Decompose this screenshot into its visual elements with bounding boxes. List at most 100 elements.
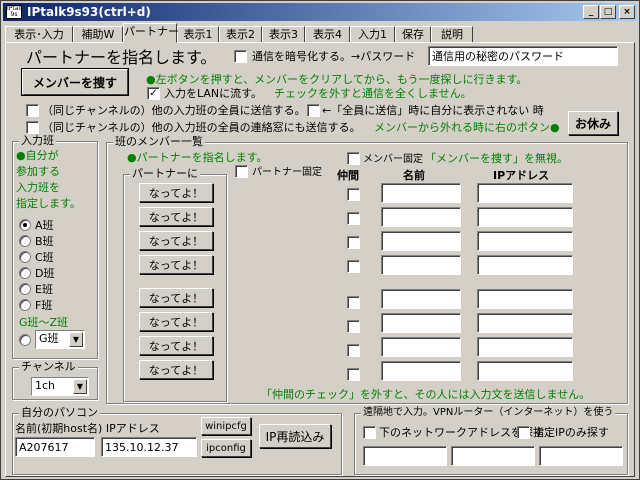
member-ip-input-2[interactable] [477,207,573,227]
channel-group-label: チャンネル [19,360,78,374]
member-name-input-2[interactable] [381,207,461,227]
input-team-hint: ●自分が 参加する 入力班を 指定します。 [16,149,81,210]
member-name-input-8[interactable] [381,361,461,381]
friend-checkbox-3[interactable] [347,236,360,249]
partner-button-2[interactable]: なってよ！ [139,207,213,226]
input-team-group-label: 入力班 [19,134,56,148]
friend-checkbox-1[interactable] [347,188,360,201]
password-input[interactable] [428,46,618,66]
tab-display-input[interactable]: 表示･入力 [5,26,73,43]
self-show-checkbox[interactable] [307,104,320,117]
tab-aux-w[interactable]: 補助W [73,26,123,43]
member-ip-input-3[interactable] [477,231,573,251]
column-ip: IPアドレス [493,169,550,182]
member-fixed-checkbox[interactable] [347,152,360,165]
member-name-input-1[interactable] [381,183,461,203]
member-ip-input-6[interactable] [477,313,573,333]
team-label-c: C班 [35,251,54,264]
lan-checkbox[interactable]: ✓ [147,87,160,100]
team-radio-b[interactable] [19,235,31,247]
encrypt-checkbox[interactable] [234,50,247,63]
tab-display4[interactable]: 表示4 [305,26,350,43]
chevron-down-icon[interactable]: ▼ [69,332,83,347]
friend-checkbox-4[interactable] [347,260,360,273]
contact-window-checkbox[interactable] [26,121,39,134]
team-gz-label: G班～Z班 [19,316,69,329]
team-radio-e[interactable] [19,283,31,295]
channel-select[interactable]: 1ch ▼ [31,377,89,396]
minimize-icon: _ [588,7,594,17]
member-ip-input-1[interactable] [477,183,573,203]
members-group-label: 班のメンバー一覧 [113,135,205,149]
partner-button-5[interactable]: なってよ！ [139,288,213,307]
friend-checkbox-8[interactable] [347,368,360,381]
window-title: IPtalk9s93(ctrl+d) [27,5,151,19]
page-title: パートナーを指名します。 [26,48,217,67]
partner-button-1[interactable]: なってよ！ [139,183,213,202]
member-name-input-7[interactable] [381,337,461,357]
app-window: IPtalk 9s IPtalk9s93(ctrl+d) _ □ × 表示･入力… [0,0,640,480]
app-icon[interactable]: IPtalk 9s [6,5,22,19]
member-name-input-3[interactable] [381,231,461,251]
network-address-checkbox[interactable] [363,426,376,439]
pc-name-input[interactable] [15,437,95,457]
tab-input1[interactable]: 入力1 [350,26,395,43]
close-button[interactable]: × [619,5,635,19]
friend-checkbox-2[interactable] [347,212,360,225]
friend-checkbox-6[interactable] [347,320,360,333]
winipcfg-button[interactable]: winipcfg [201,417,251,435]
maximize-button[interactable]: □ [600,5,616,19]
send-all-checkbox[interactable] [26,104,39,117]
remote-address-input-1[interactable] [363,446,447,466]
minimize-button[interactable]: _ [583,5,599,19]
team-radio-gz[interactable] [19,334,31,346]
partner-button-6[interactable]: なってよ！ [139,312,213,331]
member-name-input-6[interactable] [381,313,461,333]
team-radio-d[interactable] [19,267,31,279]
team-gz-value: G班 [39,332,59,345]
tab-help[interactable]: 説明 [431,26,473,43]
partner-fixed-checkbox[interactable] [235,165,248,178]
partner-button-8[interactable]: なってよ！ [139,360,213,379]
team-label-e: E班 [35,283,53,296]
remote-address-input-3[interactable] [539,446,623,466]
encrypt-label: 通信を暗号化する。→パスワード [252,50,416,63]
friend-checkbox-7[interactable] [347,344,360,357]
send-all-label: （同じチャンネルの）他の入力班の全員に送信する。 [42,104,306,117]
members-group: 班のメンバー一覧 ●パートナーを指名します。 パートナーに なってよ！ なってよ… [106,135,628,404]
column-friend: 仲間 [337,169,359,182]
friend-checkbox-5[interactable] [347,296,360,309]
member-name-input-5[interactable] [381,289,461,309]
my-pc-desc: 名前(初期host名) IPアドレス [15,422,160,435]
partner-button-7[interactable]: なってよ！ [139,336,213,355]
remote-address-input-2[interactable] [451,446,535,466]
member-ip-input-7[interactable] [477,337,573,357]
channel-group: チャンネル 1ch ▼ [12,360,98,400]
tab-display1[interactable]: 表示1 [177,26,219,43]
member-ip-input-5[interactable] [477,289,573,309]
pc-ip-input[interactable] [101,437,197,457]
find-members-button[interactable]: メンバーを捜す [21,68,129,96]
tab-partner[interactable]: パートナー [123,23,179,43]
tab-save[interactable]: 保存 [395,26,431,43]
member-ip-input-4[interactable] [477,255,573,275]
partner-button-3[interactable]: なってよ！ [139,231,213,250]
partner-button-4[interactable]: なってよ！ [139,255,213,274]
remote-vpn-group: 遠隔地で入力。VPNルーター（インターネット）を使う 下のネットワークアドレスを… [354,406,628,475]
team-label-b: B班 [35,235,54,248]
team-radio-f[interactable] [19,299,31,311]
rest-button[interactable]: お休み [568,111,618,135]
title-bar[interactable]: IPtalk 9s IPtalk9s93(ctrl+d) _ □ × [3,3,637,21]
member-ip-input-8[interactable] [477,361,573,381]
team-radio-a[interactable] [19,219,31,231]
ip-only-checkbox[interactable] [517,426,530,439]
team-gz-select[interactable]: G班 ▼ [35,330,85,349]
tab-bar: 表示･入力 補助W パートナー 表示1 表示2 表示3 表示4 入力1 保存 説… [5,23,635,43]
ip-reload-button[interactable]: IP再読込み [259,424,331,448]
member-name-input-4[interactable] [381,255,461,275]
tab-display2[interactable]: 表示2 [219,26,262,43]
tab-display3[interactable]: 表示3 [262,26,305,43]
team-radio-c[interactable] [19,251,31,263]
chevron-down-icon[interactable]: ▼ [73,379,87,394]
ipconfig-button[interactable]: ipconfig [201,439,251,457]
